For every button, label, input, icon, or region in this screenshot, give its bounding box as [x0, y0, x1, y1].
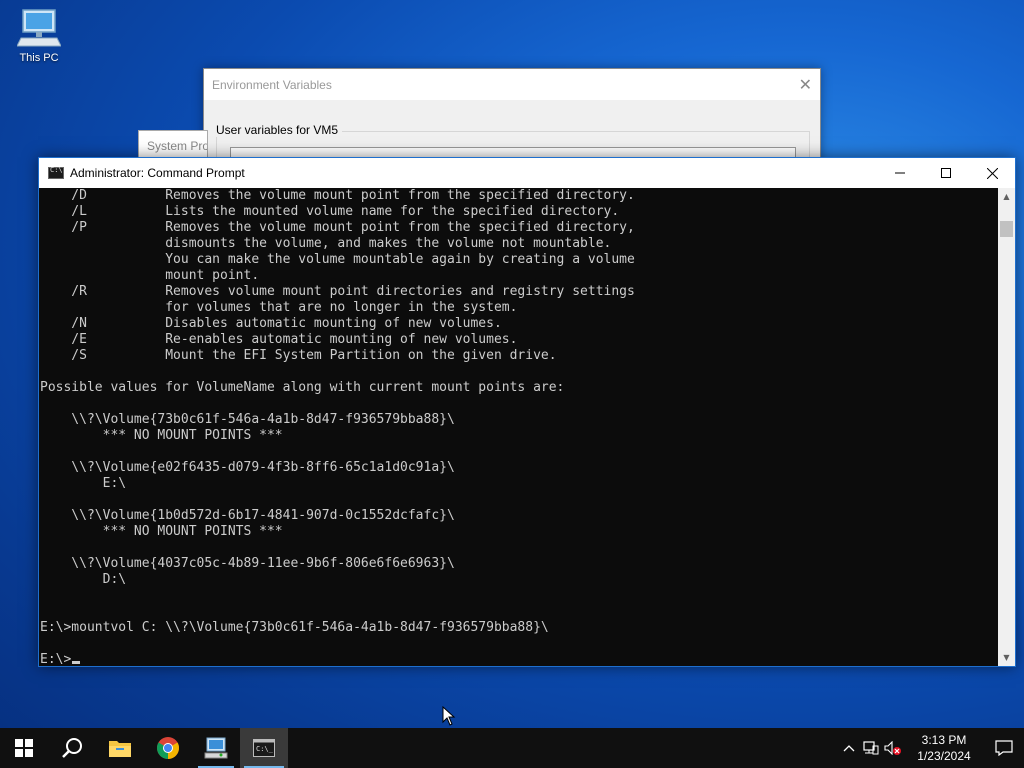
chevron-up-icon: [843, 745, 855, 752]
computer-icon: [17, 9, 61, 47]
console-line: You can make the volume mountable again …: [40, 252, 635, 267]
command-prompt-icon: C:\_: [253, 739, 275, 757]
clock[interactable]: 3:13 PM 1/23/2024: [904, 732, 984, 764]
vertical-scrollbar[interactable]: ▲ ▼: [998, 188, 1015, 666]
console-line: /P Removes the volume mount point from t…: [40, 220, 635, 235]
close-button[interactable]: [969, 158, 1015, 188]
console-prompt: E:\>: [40, 652, 72, 666]
scroll-thumb[interactable]: [1000, 221, 1013, 237]
console-line: \\?\Volume{1b0d572d-6b17-4841-907d-0c155…: [40, 508, 455, 523]
console-line: E:\: [40, 476, 127, 491]
command-prompt-titlebar[interactable]: Administrator: Command Prompt: [39, 158, 1015, 188]
console-line: dismounts the volume, and makes the volu…: [40, 236, 612, 251]
minimize-icon: [895, 172, 905, 174]
clock-time: 3:13 PM: [921, 733, 967, 747]
volume-muted-icon: [884, 741, 901, 755]
volume-button[interactable]: [882, 728, 904, 768]
command-prompt-taskbar-button[interactable]: C:\_: [240, 728, 288, 768]
command-prompt-icon: [48, 166, 64, 179]
search-icon: [62, 738, 82, 758]
file-explorer-button[interactable]: [96, 728, 144, 768]
console-line: /L Lists the mounted volume name for the…: [40, 204, 620, 219]
console-line: \\?\Volume{4037c05c-4b89-11ee-9b6f-806e6…: [40, 556, 455, 571]
search-button[interactable]: [48, 728, 96, 768]
file-explorer-icon: [109, 741, 131, 757]
console-line: /S Mount the EFI System Partition on the…: [40, 348, 557, 363]
console-line: /N Disables automatic mounting of new vo…: [40, 316, 502, 331]
system-properties-button[interactable]: [192, 728, 240, 768]
chrome-icon: [157, 737, 179, 759]
console-line: /D Removes the volume mount point from t…: [40, 188, 635, 203]
window-title: Administrator: Command Prompt: [70, 166, 245, 180]
console-line: \\?\Volume{73b0c61f-546a-4a1b-8d47-f9365…: [40, 412, 455, 427]
chrome-button[interactable]: [144, 728, 192, 768]
close-icon: [986, 167, 998, 179]
start-button[interactable]: [0, 728, 48, 768]
scroll-down-icon[interactable]: ▼: [998, 649, 1015, 666]
console-line: mount point.: [40, 268, 260, 283]
network-icon: [863, 741, 879, 755]
desktop-icon-this-pc[interactable]: This PC: [12, 8, 66, 64]
environment-variables-title: Environment Variables: [204, 69, 820, 100]
user-variables-label: User variables for VM5: [216, 123, 343, 137]
show-hidden-icons-button[interactable]: [838, 728, 860, 768]
console-line: *** NO MOUNT POINTS ***: [40, 524, 283, 539]
network-button[interactable]: [860, 728, 882, 768]
console-output[interactable]: /D Removes the volume mount point from t…: [39, 188, 999, 666]
system-properties-icon: [204, 737, 228, 759]
maximize-button[interactable]: [923, 158, 969, 188]
action-center-button[interactable]: [984, 728, 1024, 768]
taskbar: C:\_ 3:13 PM 1/23/2024: [0, 728, 1024, 768]
scroll-up-icon[interactable]: ▲: [998, 188, 1015, 205]
console-prompt-line[interactable]: E:\>: [40, 652, 999, 666]
system-properties-title: System Properties: [147, 139, 207, 153]
mouse-pointer-icon: [442, 706, 456, 726]
console-line: D:\: [40, 572, 127, 587]
console-line: for volumes that are no longer in the sy…: [40, 300, 518, 315]
start-icon: [15, 739, 33, 757]
command-prompt-window[interactable]: Administrator: Command Prompt /D Removes…: [38, 157, 1016, 667]
system-tray: 3:13 PM 1/23/2024: [838, 728, 1024, 768]
console-line: /R Removes volume mount point directorie…: [40, 284, 635, 299]
svg-text:C:\_: C:\_: [256, 745, 274, 753]
console-line: \\?\Volume{e02f6435-d079-4f3b-8ff6-65c1a…: [40, 460, 455, 475]
console-line: E:\>mountvol C: \\?\Volume{73b0c61f-546a…: [40, 620, 549, 635]
clock-date: 1/23/2024: [917, 749, 971, 763]
desktop-icon-label: This PC: [19, 52, 59, 64]
system-properties-window[interactable]: System Properties: [138, 130, 208, 160]
minimize-button[interactable]: [877, 158, 923, 188]
console-line: Possible values for VolumeName along wit…: [40, 380, 565, 395]
close-icon[interactable]: ✕: [799, 75, 812, 94]
console-line: /E Re-enables automatic mounting of new …: [40, 332, 518, 347]
text-cursor: [72, 661, 81, 664]
console-line: *** NO MOUNT POINTS ***: [40, 428, 283, 443]
notification-icon: [995, 740, 1013, 756]
maximize-icon: [941, 168, 951, 178]
